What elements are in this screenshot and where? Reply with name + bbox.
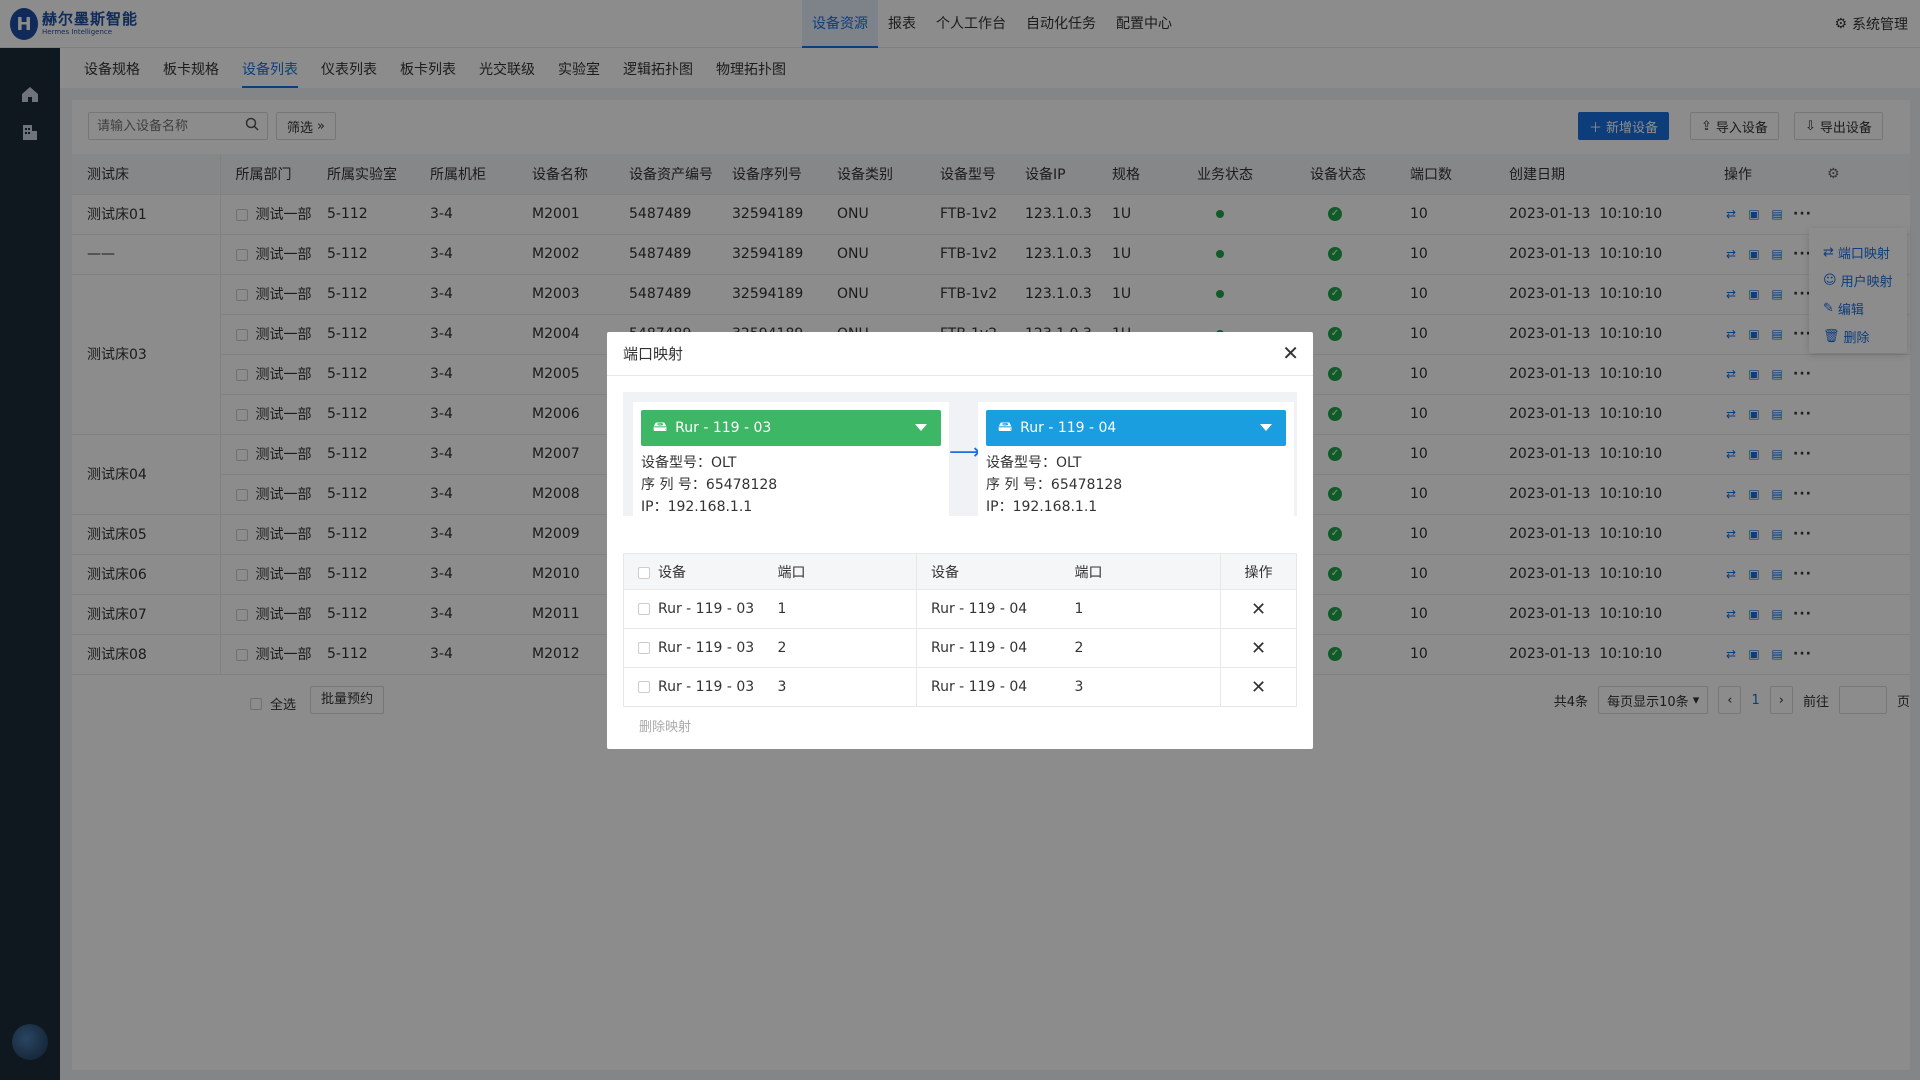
delete-mapping-icon[interactable]: ✕	[1220, 589, 1297, 629]
target-device-select[interactable]: 🖴 Rur - 119 - 04	[986, 410, 1286, 446]
target-port-cell: 3	[1060, 667, 1221, 707]
target-device-cell: Rur - 119 - 04	[916, 667, 1061, 707]
mapping-row[interactable]: Rur - 119 - 03 2 Rur - 119 - 04 2 ✕	[623, 628, 1297, 668]
delete-mapping-button[interactable]: 删除映射	[639, 716, 691, 735]
ip-label: IP：	[641, 499, 668, 515]
target-device-card: 🖴 Rur - 119 - 04 设备型号：OLT 序 列 号：65478128…	[978, 402, 1294, 524]
arrow-right-icon: ⟶	[949, 440, 981, 465]
port-mapping-table: 设备 端口 设备 端口 操作 Rur - 119 - 03 1 Rur - 119 …	[623, 553, 1297, 707]
device-selection-area: 🖴 Rur - 119 - 03 设备型号：OLT 序 列 号：65478128…	[623, 392, 1297, 524]
model-label: 设备型号：	[986, 455, 1056, 471]
server-icon: 🖴	[998, 419, 1013, 435]
ip-value: 192.168.1.1	[667, 499, 753, 515]
caret-down-icon	[1260, 424, 1272, 431]
source-device-card: 🖴 Rur - 119 - 03 设备型号：OLT 序 列 号：65478128…	[633, 402, 949, 524]
col-header: 操作	[1220, 553, 1297, 590]
source-device-cell: Rur - 119 - 03	[658, 640, 755, 656]
target-port-cell: 2	[1060, 628, 1221, 668]
caret-down-icon	[915, 424, 927, 431]
model-label: 设备型号：	[641, 455, 711, 471]
model-value: OLT	[1056, 455, 1082, 471]
mapping-select-all-checkbox[interactable]	[638, 566, 650, 579]
serial-value: 65478128	[1050, 477, 1123, 493]
delete-mapping-icon[interactable]: ✕	[1220, 628, 1297, 668]
mapping-row-checkbox[interactable]	[638, 603, 650, 615]
modal-title: 端口映射	[623, 345, 684, 363]
source-device-cell: Rur - 119 - 03	[658, 601, 755, 617]
serial-label: 序 列 号：	[641, 477, 706, 493]
source-device-name: Rur - 119 - 03	[675, 420, 772, 436]
close-icon[interactable]: ✕	[1282, 343, 1299, 363]
ip-value: 192.168.1.1	[1012, 499, 1098, 515]
col-header: 设备	[916, 553, 1061, 590]
source-port-cell: 2	[763, 628, 917, 668]
modal-header: 端口映射 ✕	[607, 332, 1313, 376]
target-port-cell: 1	[1060, 589, 1221, 629]
source-port-cell: 1	[763, 589, 917, 629]
source-device-select[interactable]: 🖴 Rur - 119 - 03	[641, 410, 941, 446]
mapping-row[interactable]: Rur - 119 - 03 3 Rur - 119 - 04 3 ✕	[623, 667, 1297, 707]
col-header: 端口	[763, 553, 917, 590]
mapping-row-checkbox[interactable]	[638, 681, 650, 693]
mapping-row[interactable]: Rur - 119 - 03 1 Rur - 119 - 04 1 ✕	[623, 589, 1297, 629]
port-mapping-modal: 端口映射 ✕ 🖴 Rur - 119 - 03 设备型号：OLT 序 列 号：6…	[607, 332, 1313, 749]
server-icon: 🖴	[653, 419, 668, 435]
model-value: OLT	[711, 455, 737, 471]
delete-mapping-icon[interactable]: ✕	[1220, 667, 1297, 707]
source-device-cell: Rur - 119 - 03	[658, 679, 755, 695]
source-device-info: 设备型号：OLT 序 列 号：65478128 IP：192.168.1.1	[641, 452, 941, 518]
target-device-cell: Rur - 119 - 04	[916, 628, 1061, 668]
mapping-row-checkbox[interactable]	[638, 642, 650, 654]
serial-value: 65478128	[705, 477, 778, 493]
target-device-cell: Rur - 119 - 04	[916, 589, 1061, 629]
ip-label: IP：	[986, 499, 1013, 515]
col-header: 端口	[1060, 553, 1221, 590]
source-port-cell: 3	[763, 667, 917, 707]
target-device-info: 设备型号：OLT 序 列 号：65478128 IP：192.168.1.1	[986, 452, 1286, 518]
target-device-name: Rur - 119 - 04	[1020, 420, 1117, 436]
serial-label: 序 列 号：	[986, 477, 1051, 493]
col-header: 设备	[658, 564, 686, 581]
